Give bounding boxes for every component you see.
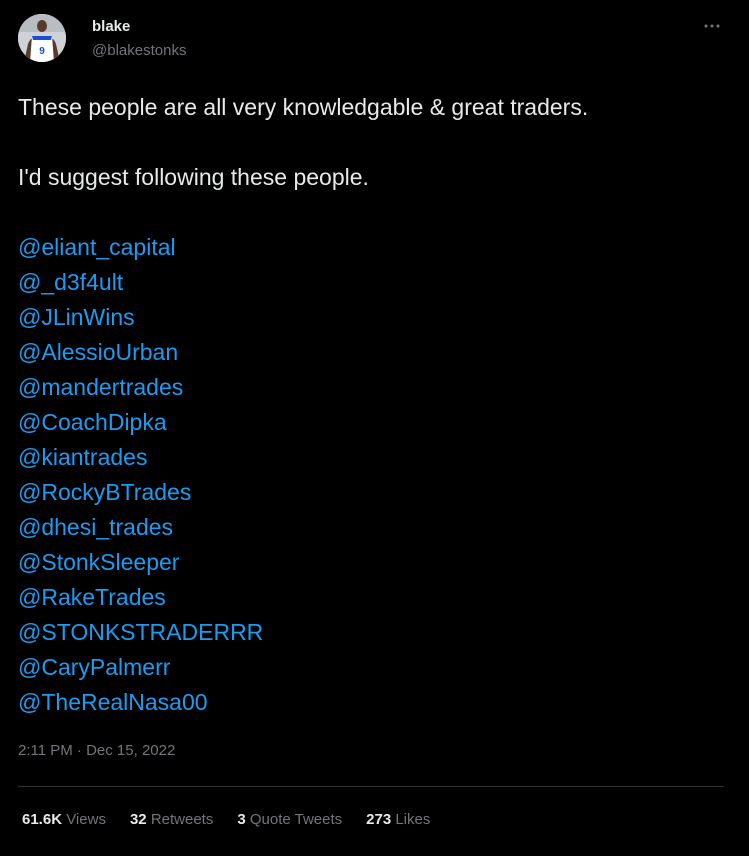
mention-link[interactable]: @CaryPalmerr xyxy=(18,650,170,685)
views-count: 61.6K xyxy=(22,811,63,828)
views-label: Views xyxy=(66,811,106,828)
likes-stat[interactable]: 273 Likes xyxy=(366,811,430,828)
jersey-number: 9 xyxy=(39,46,45,57)
retweets-label: Retweets xyxy=(150,811,214,828)
likes-label: Likes xyxy=(395,811,431,828)
author-avatar[interactable]: 9 xyxy=(18,14,66,62)
author-name[interactable]: blake xyxy=(92,18,130,35)
mention-link[interactable]: @RakeTrades xyxy=(18,580,166,615)
timestamp-separator: · xyxy=(76,742,82,759)
author-handle[interactable]: @blakestonks xyxy=(92,42,186,59)
stats-divider xyxy=(18,786,724,787)
tweet-timestamp: 2:11 PM · Dec 15, 2022 xyxy=(18,742,175,759)
quote-tweets-label: Quote Tweets xyxy=(249,811,343,828)
engagement-stats: 61.6K Views 32 Retweets 3 Quote Tweets 2… xyxy=(22,811,454,828)
mention-link[interactable]: @TheRealNasa00 xyxy=(18,685,208,720)
mention-link[interactable]: @eliant_capital xyxy=(18,230,176,265)
more-options-icon[interactable] xyxy=(700,14,724,38)
mention-link[interactable]: @CoachDipka xyxy=(18,405,167,440)
tweet-text: These people are all very knowledgable &… xyxy=(18,90,733,720)
avatar-image: 9 xyxy=(18,14,66,62)
tweet-detail: 9 blake @blakestonks These people are al… xyxy=(0,0,749,856)
mention-link[interactable]: @dhesi_trades xyxy=(18,510,173,545)
mention-link[interactable]: @mandertrades xyxy=(18,370,183,405)
retweets-count: 32 xyxy=(129,811,147,828)
likes-count: 273 xyxy=(366,811,392,828)
quote-tweets-count: 3 xyxy=(237,811,246,828)
mention-link[interactable]: @RockyBTrades xyxy=(18,475,191,510)
tweet-time-link[interactable]: 2:11 PM xyxy=(18,742,73,759)
mention-link[interactable]: @_d3f4ult xyxy=(18,265,123,300)
mention-link[interactable]: @JLinWins xyxy=(18,300,135,335)
tweet-date-link[interactable]: Dec 15, 2022 xyxy=(86,742,175,759)
views-stat[interactable]: 61.6K Views xyxy=(22,811,106,828)
retweets-stat[interactable]: 32 Retweets xyxy=(130,811,213,828)
mention-list: @eliant_capital @_d3f4ult @JLinWins @Ale… xyxy=(18,230,733,720)
mention-link[interactable]: @StonkSleeper xyxy=(18,545,179,580)
tweet-text-line-2: I'd suggest following these people. xyxy=(18,164,369,190)
mention-link[interactable]: @kiantrades xyxy=(18,440,147,475)
mention-link[interactable]: @STONKSTRADERRR xyxy=(18,615,263,650)
quote-tweets-stat[interactable]: 3 Quote Tweets xyxy=(237,811,342,828)
tweet-text-line-1: These people are all very knowledgable &… xyxy=(18,94,589,120)
mention-link[interactable]: @AlessioUrban xyxy=(18,335,178,370)
